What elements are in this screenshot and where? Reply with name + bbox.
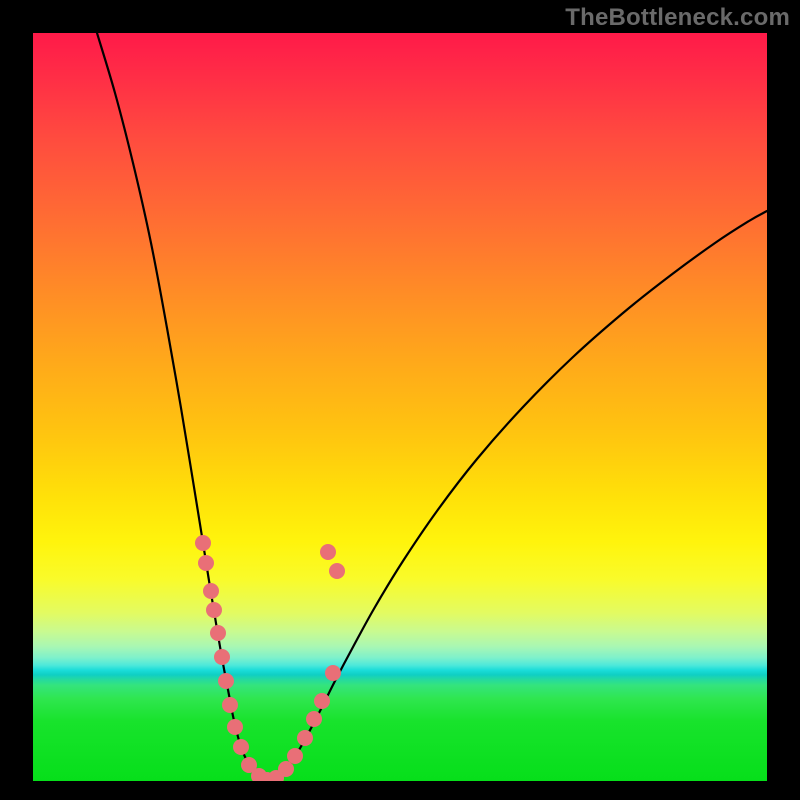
scatter-dot: [222, 697, 238, 713]
scatter-dot: [214, 649, 230, 665]
figure-container: TheBottleneck.com: [0, 0, 800, 800]
scatter-dot: [233, 739, 249, 755]
scatter-dot: [195, 535, 211, 551]
scatter-dot: [206, 602, 222, 618]
scatter-dot: [198, 555, 214, 571]
scatter-dot: [218, 673, 234, 689]
watermark-text: TheBottleneck.com: [565, 4, 790, 32]
curve-right-branch: [269, 211, 767, 781]
scatter-dot: [210, 625, 226, 641]
chart-overlay-svg: [33, 33, 767, 781]
scatter-dot: [314, 693, 330, 709]
scatter-dot: [306, 711, 322, 727]
scatter-dot: [325, 665, 341, 681]
curve-group: [97, 33, 767, 781]
scatter-dot: [227, 719, 243, 735]
scatter-dot: [320, 544, 336, 560]
scatter-group: [195, 535, 345, 781]
scatter-dot: [278, 761, 294, 777]
scatter-dot: [287, 748, 303, 764]
scatter-dot: [203, 583, 219, 599]
curve-left-branch: [97, 33, 269, 781]
plot-area: [33, 33, 767, 781]
scatter-dot: [297, 730, 313, 746]
scatter-dot: [329, 563, 345, 579]
